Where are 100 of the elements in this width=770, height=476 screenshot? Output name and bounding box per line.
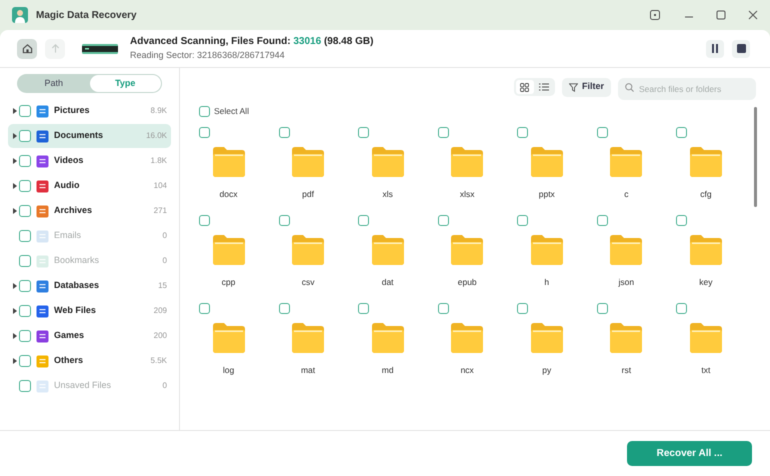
checkbox[interactable] <box>676 302 688 314</box>
checkbox[interactable] <box>358 127 370 138</box>
folder-label: py <box>542 364 552 376</box>
expand-arrow-icon[interactable] <box>12 133 16 139</box>
folder-label: mat <box>300 364 316 376</box>
folder-label: pdf <box>302 188 315 201</box>
checkbox[interactable] <box>278 214 290 226</box>
stop-icon <box>736 44 746 53</box>
checkbox[interactable] <box>19 130 31 142</box>
maximize-icon[interactable] <box>716 10 726 20</box>
checkbox[interactable] <box>19 105 31 117</box>
window-title: Magic Data Recovery <box>36 8 137 22</box>
category-label: Bookmarks <box>54 254 100 268</box>
category-label: Games <box>54 329 86 342</box>
folder-label: log <box>222 364 236 376</box>
category-icon <box>36 204 49 218</box>
checkbox[interactable] <box>19 180 31 192</box>
checkbox[interactable] <box>438 302 449 314</box>
category-icon <box>36 330 49 342</box>
checkbox[interactable] <box>596 214 608 226</box>
category-count: 0 <box>162 255 167 267</box>
folder-label: docx <box>220 188 238 201</box>
checkbox[interactable] <box>199 106 210 116</box>
pause-icon <box>711 44 719 53</box>
home-button[interactable] <box>17 38 37 58</box>
category-icon <box>36 230 49 242</box>
category-label: Unsaved Files <box>54 379 112 392</box>
expand-arrow-icon[interactable] <box>12 283 16 289</box>
category-item[interactable]: Games 200 <box>8 324 171 348</box>
grid-view-button[interactable] <box>516 80 534 94</box>
expand-arrow-icon[interactable] <box>12 358 16 364</box>
checkbox[interactable] <box>438 127 449 138</box>
checkbox[interactable] <box>517 302 528 314</box>
grid-icon <box>520 82 530 92</box>
folder-label: h <box>544 276 550 288</box>
category-item[interactable]: Audio 104 <box>8 174 171 198</box>
app-logo-icon <box>12 7 28 23</box>
category-count: 209 <box>154 305 167 317</box>
checkbox[interactable] <box>517 127 528 138</box>
checkbox[interactable] <box>438 214 449 226</box>
category-count: 271 <box>154 205 167 217</box>
category-item[interactable]: Videos 1.8K <box>8 149 171 173</box>
category-count: 8.9K <box>150 105 167 117</box>
folder-label: cpp <box>222 276 236 288</box>
checkbox[interactable] <box>19 355 31 367</box>
category-count: 5.5K <box>150 355 167 367</box>
expand-arrow-icon[interactable] <box>12 333 16 339</box>
checkbox[interactable] <box>199 127 210 138</box>
folder-label: key <box>699 276 714 288</box>
checkbox[interactable] <box>19 155 31 167</box>
folder-label: c <box>624 188 630 201</box>
category-count: 16.0K <box>146 130 167 142</box>
expand-arrow-icon[interactable] <box>12 183 16 189</box>
checkbox[interactable] <box>19 330 31 342</box>
category-item[interactable]: Web Files 209 <box>8 299 171 323</box>
category-count: 0 <box>162 380 167 392</box>
checkbox[interactable] <box>358 302 370 314</box>
folder-label: rst <box>622 364 632 376</box>
total-size: (98.48 GB) <box>324 36 374 47</box>
checkbox[interactable] <box>358 214 370 226</box>
category-item[interactable]: Pictures 8.9K <box>8 99 171 123</box>
category-item[interactable]: Others 5.5K <box>8 349 171 373</box>
expand-arrow-icon[interactable] <box>12 208 16 214</box>
category-item[interactable]: Databases 15 <box>8 274 171 298</box>
filter-button[interactable]: Filter <box>562 78 611 96</box>
expand-arrow-icon[interactable] <box>12 308 16 314</box>
pin-icon[interactable] <box>650 10 660 20</box>
category-label: Databases <box>54 279 100 292</box>
expand-arrow-icon[interactable] <box>12 158 16 164</box>
expand-arrow-icon[interactable] <box>12 108 16 114</box>
category-icon <box>36 154 49 168</box>
close-icon[interactable] <box>748 10 758 20</box>
scan-status: Advanced Scanning, Files Found: <box>130 36 291 47</box>
checkbox[interactable] <box>278 127 290 138</box>
select-all-label: Select All <box>214 104 249 118</box>
view-tab[interactable]: Path <box>18 75 90 92</box>
category-label: Documents <box>54 129 104 142</box>
folder-label: ncx <box>460 364 475 376</box>
category-label: Emails <box>54 229 82 242</box>
scrollbar[interactable] <box>754 107 757 207</box>
category-label: Others <box>54 354 84 368</box>
checkbox[interactable] <box>19 305 31 317</box>
checkbox[interactable] <box>19 205 31 217</box>
list-icon <box>538 83 549 91</box>
stop-button[interactable] <box>732 40 750 58</box>
checkbox[interactable] <box>596 127 608 138</box>
pause-button[interactable] <box>706 40 724 58</box>
checkbox[interactable] <box>199 214 210 226</box>
checkbox[interactable] <box>676 127 688 138</box>
checkbox[interactable] <box>19 280 31 292</box>
checkbox[interactable] <box>278 302 290 314</box>
category-count: 0 <box>162 230 167 242</box>
category-item[interactable]: Archives 271 <box>8 199 171 223</box>
checkbox[interactable] <box>596 302 608 314</box>
checkbox[interactable] <box>676 214 688 226</box>
search-field[interactable]: Search files or folders <box>618 78 756 100</box>
checkbox[interactable] <box>199 302 210 314</box>
category-item[interactable]: Documents 16.0K <box>8 124 171 148</box>
checkbox[interactable] <box>517 214 528 226</box>
funnel-icon <box>568 82 578 92</box>
